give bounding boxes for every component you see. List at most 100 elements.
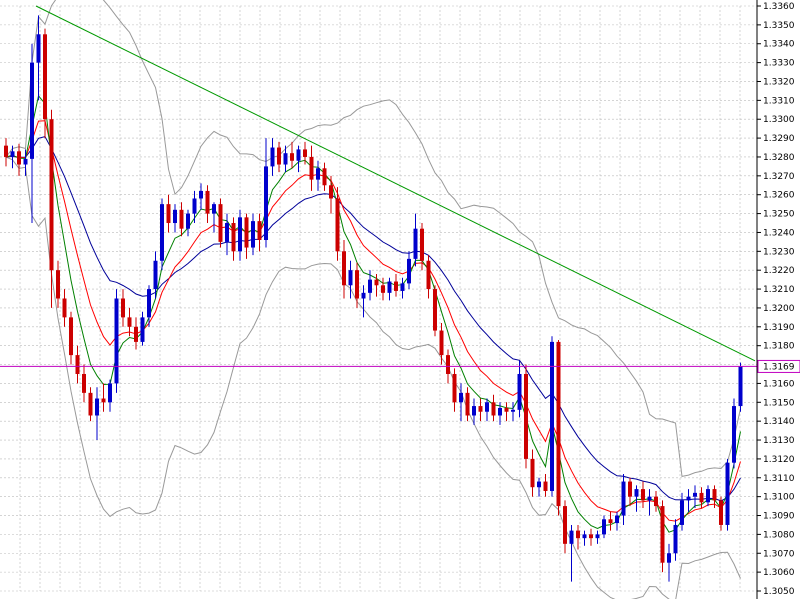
- candle-body: [251, 221, 255, 248]
- candle-body: [368, 279, 372, 293]
- price-tick-label: 1.3360: [763, 2, 795, 12]
- candle-body: [498, 407, 502, 416]
- candle-body: [192, 198, 197, 214]
- candle-body: [82, 373, 86, 393]
- price-tick-label: 1.3180: [763, 342, 795, 352]
- candle-body: [348, 270, 353, 286]
- candle-body: [641, 489, 645, 501]
- candle-body: [23, 158, 28, 165]
- candle-body: [277, 147, 281, 165]
- candle-body: [153, 260, 158, 290]
- candle-body: [433, 289, 437, 331]
- candle-body: [699, 492, 704, 503]
- candle-body: [394, 281, 398, 291]
- chart-container: 1.3360 1.3350 1.3340 1.3330 1.3320 1.3310 1.33…: [0, 0, 800, 602]
- candle-body: [62, 298, 67, 318]
- candle-body: [231, 223, 236, 252]
- candle-body: [511, 409, 515, 412]
- candle-body: [199, 190, 203, 199]
- price-tick-label: 1.3250: [763, 210, 795, 220]
- current-price-label: 1.3169: [763, 362, 795, 372]
- candle-body: [342, 251, 346, 286]
- price-tick-label: 1.3050: [763, 587, 795, 597]
- price-tick-label: 1.3110: [763, 474, 795, 484]
- candle-body: [608, 519, 613, 524]
- candle-body: [166, 204, 171, 224]
- candle-body: [706, 489, 710, 503]
- price-tick-label: 1.3070: [763, 549, 795, 559]
- candle-body: [452, 373, 457, 403]
- candle-body: [719, 500, 723, 525]
- price-tick-label: 1.3320: [763, 77, 795, 87]
- candle-body: [218, 204, 223, 242]
- candle-body: [212, 204, 216, 214]
- candle-body: [647, 496, 652, 501]
- candle-body: [290, 153, 294, 161]
- candle-body: [485, 402, 489, 412]
- candle-body: [75, 355, 80, 374]
- candle-body: [244, 217, 249, 248]
- price-tick-label: 1.3280: [763, 153, 795, 163]
- price-tick-label: 1.3340: [763, 40, 795, 50]
- candle-body: [439, 330, 444, 356]
- candle-body: [225, 223, 229, 242]
- price-tick-label: 1.3150: [763, 398, 795, 408]
- candle-body: [361, 292, 366, 299]
- candle-body: [95, 398, 99, 416]
- candle-body: [667, 553, 671, 563]
- candle-body: [530, 458, 535, 488]
- candle-body: [36, 34, 41, 63]
- candle-body: [329, 185, 333, 199]
- price-tick-label: 1.3350: [763, 21, 795, 31]
- candle-body: [589, 534, 593, 539]
- candle-body: [121, 298, 125, 318]
- candle-body: [459, 392, 463, 403]
- candle-body: [491, 402, 496, 416]
- candle-body: [322, 168, 327, 186]
- candle-body: [257, 221, 262, 240]
- price-tick-label: 1.3060: [763, 568, 795, 578]
- candle-body: [472, 406, 476, 416]
- candle-body: [634, 489, 639, 497]
- candle-body: [517, 373, 522, 410]
- candle-body: [712, 489, 717, 501]
- candle-body: [17, 151, 21, 165]
- price-tick-label: 1.3310: [763, 96, 795, 106]
- candle-body: [173, 209, 177, 224]
- price-tick-label: 1.3210: [763, 285, 795, 295]
- candle-body: [465, 392, 470, 416]
- candle-body: [270, 147, 275, 167]
- price-tick-label: 1.3260: [763, 191, 795, 201]
- candle-body: [374, 279, 379, 286]
- price-tick-label: 1.3230: [763, 247, 795, 257]
- price-tick-label: 1.3270: [763, 172, 795, 182]
- price-tick-label: 1.3240: [763, 228, 795, 238]
- candle-body: [686, 496, 691, 501]
- candle-body: [537, 481, 541, 488]
- candle-body: [56, 270, 60, 299]
- candle-body: [381, 285, 385, 293]
- candle-body: [673, 524, 678, 554]
- candle-body: [30, 62, 34, 159]
- candle-body: [576, 530, 580, 539]
- candle-body: [446, 355, 450, 374]
- candle-body: [186, 213, 190, 229]
- price-tick-label: 1.3090: [763, 512, 795, 522]
- candle-body: [563, 506, 567, 544]
- candle-body: [49, 119, 54, 271]
- price-tick-label: 1.3200: [763, 304, 795, 314]
- price-tick-label: 1.3160: [763, 379, 795, 389]
- candle-body: [524, 373, 528, 459]
- candle-body: [426, 260, 431, 290]
- candle-body: [140, 317, 145, 342]
- candle-body: [680, 500, 684, 525]
- candle-body: [264, 166, 268, 240]
- candle-body: [127, 317, 132, 327]
- candle-body: [654, 496, 658, 507]
- candle-body: [179, 209, 184, 229]
- candle-body: [407, 258, 411, 284]
- candle-body: [114, 298, 119, 384]
- price-tick-label: 1.3140: [763, 417, 795, 427]
- candle-body: [43, 34, 47, 120]
- candle-body: [387, 281, 392, 293]
